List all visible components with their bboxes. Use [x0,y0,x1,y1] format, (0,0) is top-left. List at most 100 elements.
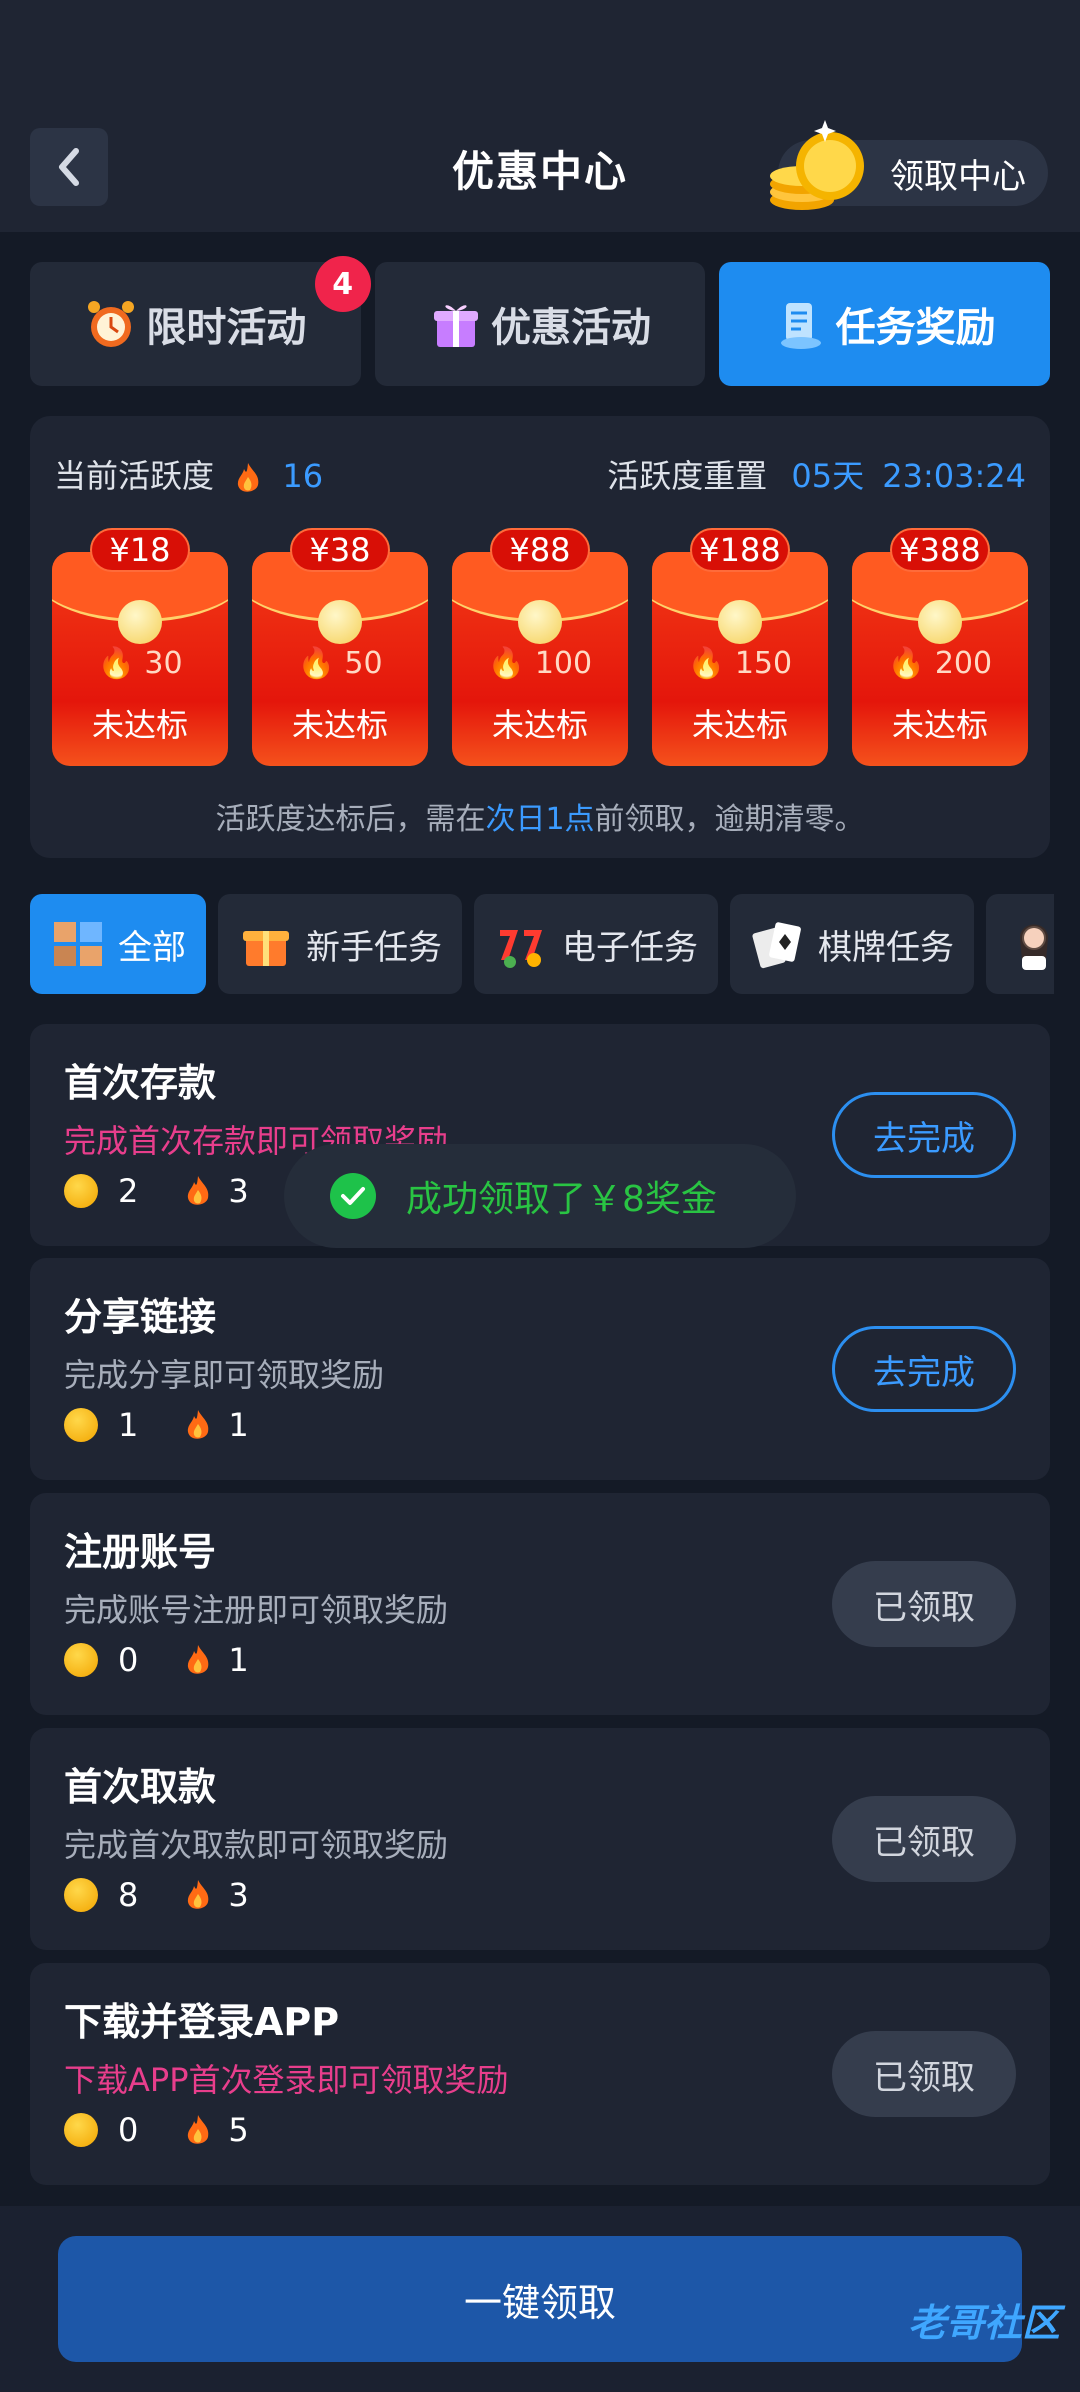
notification-badge: 4 [314,256,371,312]
fire-icon: 🔥 [887,646,926,681]
gift-box-icon [243,931,289,966]
envelope-points: 50 [344,646,383,681]
coin-stack-icon [770,120,864,210]
dealer-avatar-icon [1020,924,1048,970]
task-title: 分享链接 [64,1295,217,1339]
coin-icon [64,1878,98,1912]
task-title: 首次取款 [64,1765,217,1809]
category-live[interactable]: 视 [986,894,1054,994]
envelope-amount: ¥88 [490,528,590,572]
task-fire: 3 [228,1876,249,1914]
alarm-clock-icon [88,301,135,347]
reward-envelopes: ¥18 🔥 30 未达标 ¥38 🔥 50 未达标 ¥88 🔥 100 未达标 … [52,528,1028,766]
fire-icon [188,1645,209,1674]
task-fire: 5 [228,2111,249,2149]
main-tabs: 限时活动 4 优惠活动 任务奖励 [30,256,1051,386]
category-cards[interactable]: 棋牌任务 [730,894,974,994]
task-description: 下载APP首次登录即可领取奖励 [64,2061,509,2099]
task-coins: 1 [118,1406,139,1444]
envelope-amount: ¥38 [290,528,390,572]
tab-label: 优惠活动 [491,305,651,351]
task-rewards: 2 3 [64,1172,249,1210]
category-label: 新手任务 [306,927,442,968]
coin-icon [64,1174,98,1208]
task-coins: 0 [118,2111,139,2149]
task-coins: 8 [118,1876,139,1914]
tab-label: 限时活动 [146,305,307,351]
playing-cards-icon [752,922,801,969]
envelope-points: 200 [934,646,993,681]
activity-note: 活跃度达标后，需在次日1点前领取，逾期清零。 [30,794,1050,838]
coin-icon [64,2113,98,2147]
category-newbie[interactable]: 新手任务 [218,894,462,994]
note-highlight: 次日1点 [485,802,595,837]
reward-envelope[interactable]: ¥18 🔥 30 未达标 [52,528,228,766]
envelope-status: 未达标 [91,706,188,744]
note-text: 前领取，逾期清零。 [594,802,865,837]
boxes-icon [54,922,102,966]
task-coins: 2 [118,1172,139,1210]
reward-envelope[interactable]: ¥88 🔥 100 未达标 [452,528,628,766]
envelope-status: 未达标 [891,706,988,744]
activity-panel: 当前活跃度 16 活跃度重置 05天 23:03:24 ¥18 🔥 30 未达标… [30,416,1050,858]
task-claimed-button[interactable]: 已领取 [832,1561,1016,1647]
category-label: 棋牌任务 [818,927,954,968]
task-coins: 0 [118,1641,139,1679]
fire-icon [188,2115,209,2144]
task-claimed-button[interactable]: 已领取 [832,2031,1016,2117]
claim-all-button[interactable]: 一键领取 [58,2236,1022,2362]
envelope-points: 100 [534,646,593,681]
coin-icon [64,1643,98,1677]
task-rewards: 0 1 [64,1641,249,1679]
slot-sevens-icon [500,930,542,968]
task-card: 分享链接 完成分享即可领取奖励 1 1 去完成 [30,1258,1050,1480]
task-card: 注册账号 完成账号注册即可领取奖励 0 1 已领取 [30,1493,1050,1715]
category-label: 全部 [118,927,186,968]
task-title: 注册账号 [64,1530,217,1574]
success-toast: 成功领取了￥8奖金 [284,1144,796,1248]
category-label: 电子任务 [562,927,698,968]
reset-countdown: 23:03:24 [882,457,1026,495]
task-clipboard-icon [780,303,821,349]
envelope-status: 未达标 [691,706,788,744]
task-title: 首次存款 [64,1061,217,1105]
task-go-button[interactable]: 去完成 [832,1326,1016,1412]
task-description: 完成首次取款即可领取奖励 [64,1826,449,1864]
task-go-button[interactable]: 去完成 [832,1092,1016,1178]
tab-promotions[interactable]: 优惠活动 [374,262,706,386]
task-description: 完成分享即可领取奖励 [64,1356,385,1394]
task-claimed-button[interactable]: 已领取 [832,1796,1016,1882]
task-description: 完成账号注册即可领取奖励 [64,1591,449,1629]
task-fire: 1 [228,1641,249,1679]
activity-value: 16 [282,457,324,495]
activity-label: 当前活跃度 [54,457,215,495]
envelope-points: 30 [144,646,183,681]
fire-icon [188,1880,209,1909]
category-all[interactable]: 全部 [30,894,206,994]
envelope-amount: ¥18 [90,528,190,572]
category-slots[interactable]: 电子任务 [474,894,718,994]
toast-message: 成功领取了￥8奖金 [406,1179,717,1220]
tab-task-rewards[interactable]: 任务奖励 [719,262,1051,386]
fire-icon [188,1176,209,1205]
envelope-status: 未达标 [291,706,388,744]
note-text: 活跃度达标后，需在 [215,802,486,837]
watermark-logo: 老哥社区 [907,2301,1060,2345]
task-rewards: 1 1 [64,1406,249,1444]
reward-envelope[interactable]: ¥188 🔥 150 未达标 [652,528,828,766]
tab-limited-time[interactable]: 限时活动 4 [30,256,371,386]
envelope-points: 150 [734,646,793,681]
task-rewards: 8 3 [64,1876,249,1914]
envelope-amount: ¥188 [690,528,790,572]
reset-days: 05天 [791,457,865,495]
envelope-amount: ¥388 [890,528,990,572]
reset-label: 活跃度重置 [607,457,768,495]
task-rewards: 0 5 [64,2111,249,2149]
task-fire: 3 [228,1172,249,1210]
claim-center-label: 领取中心 [890,156,1026,197]
task-card: 下载并登录APP 下载APP首次登录即可领取奖励 0 5 已领取 [30,1963,1050,2185]
tab-label: 任务奖励 [835,305,996,351]
reward-envelope[interactable]: ¥38 🔥 50 未达标 [252,528,428,766]
category-tabs: 全部 新手任务 电子任务 棋牌任务 视 [30,894,1054,996]
reward-envelope[interactable]: ¥388 🔥 200 未达标 [852,528,1028,766]
